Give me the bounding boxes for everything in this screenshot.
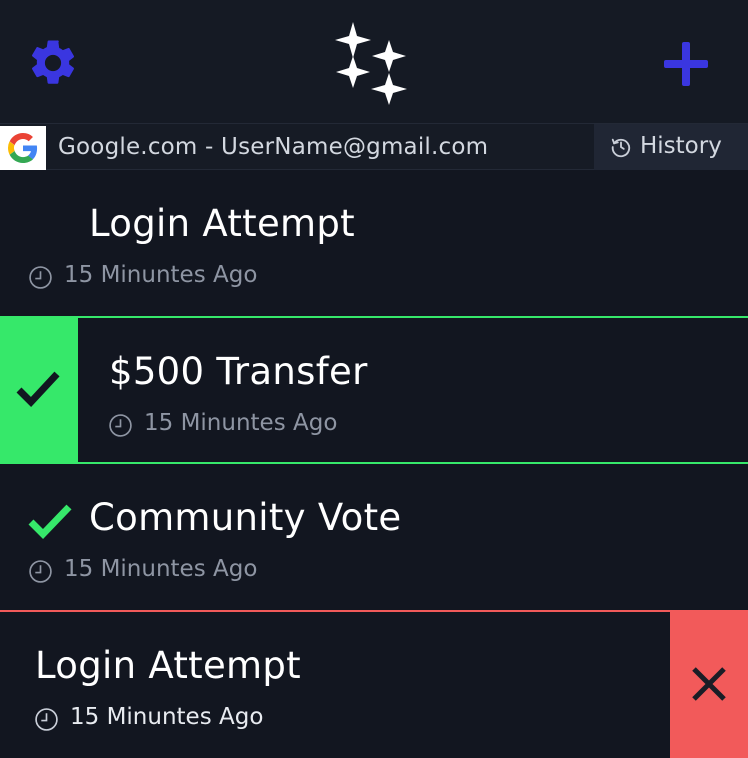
request-item[interactable]: $500 Transfer 15 Minuntes Ago xyxy=(0,316,748,464)
plus-icon xyxy=(664,42,708,86)
add-button[interactable] xyxy=(662,40,710,88)
approve-action[interactable] xyxy=(0,318,78,462)
check-icon xyxy=(16,371,60,408)
reject-action[interactable] xyxy=(670,612,748,758)
app-root: Google.com - UserName@gmail.com History … xyxy=(0,0,748,758)
request-time: 15 Minuntes Ago xyxy=(64,262,258,288)
request-time: 15 Minuntes Ago xyxy=(70,704,264,730)
google-logo-icon xyxy=(8,133,38,163)
close-icon xyxy=(692,667,726,701)
request-item[interactable]: Community Vote 15 Minuntes Ago xyxy=(0,464,748,610)
request-item[interactable]: Login Attempt 15 Minuntes Ago xyxy=(0,610,748,758)
request-title: Community Vote xyxy=(89,496,402,539)
approved-check-icon xyxy=(28,504,72,539)
account-label: Google.com - UserName@gmail.com xyxy=(58,134,489,160)
history-icon xyxy=(611,138,631,158)
account-bar: Google.com - UserName@gmail.com History xyxy=(0,123,748,170)
clock-icon xyxy=(29,266,52,289)
request-item[interactable]: Login Attempt 15 Minuntes Ago xyxy=(0,170,748,316)
app-header xyxy=(0,0,748,123)
request-time: 15 Minuntes Ago xyxy=(144,410,338,436)
gear-icon xyxy=(31,40,75,84)
clock-icon xyxy=(29,560,52,583)
sparkles-logo-icon xyxy=(335,22,407,105)
google-logo xyxy=(0,126,46,170)
clock-icon xyxy=(35,708,58,731)
request-title: $500 Transfer xyxy=(109,350,368,393)
history-label: History xyxy=(640,133,722,159)
request-time: 15 Minuntes Ago xyxy=(64,556,258,582)
request-title: Login Attempt xyxy=(89,202,355,245)
history-button[interactable]: History xyxy=(594,124,748,170)
settings-button[interactable] xyxy=(26,36,80,90)
app-logo xyxy=(330,20,412,106)
request-title: Login Attempt xyxy=(35,644,301,687)
clock-icon xyxy=(109,414,132,437)
